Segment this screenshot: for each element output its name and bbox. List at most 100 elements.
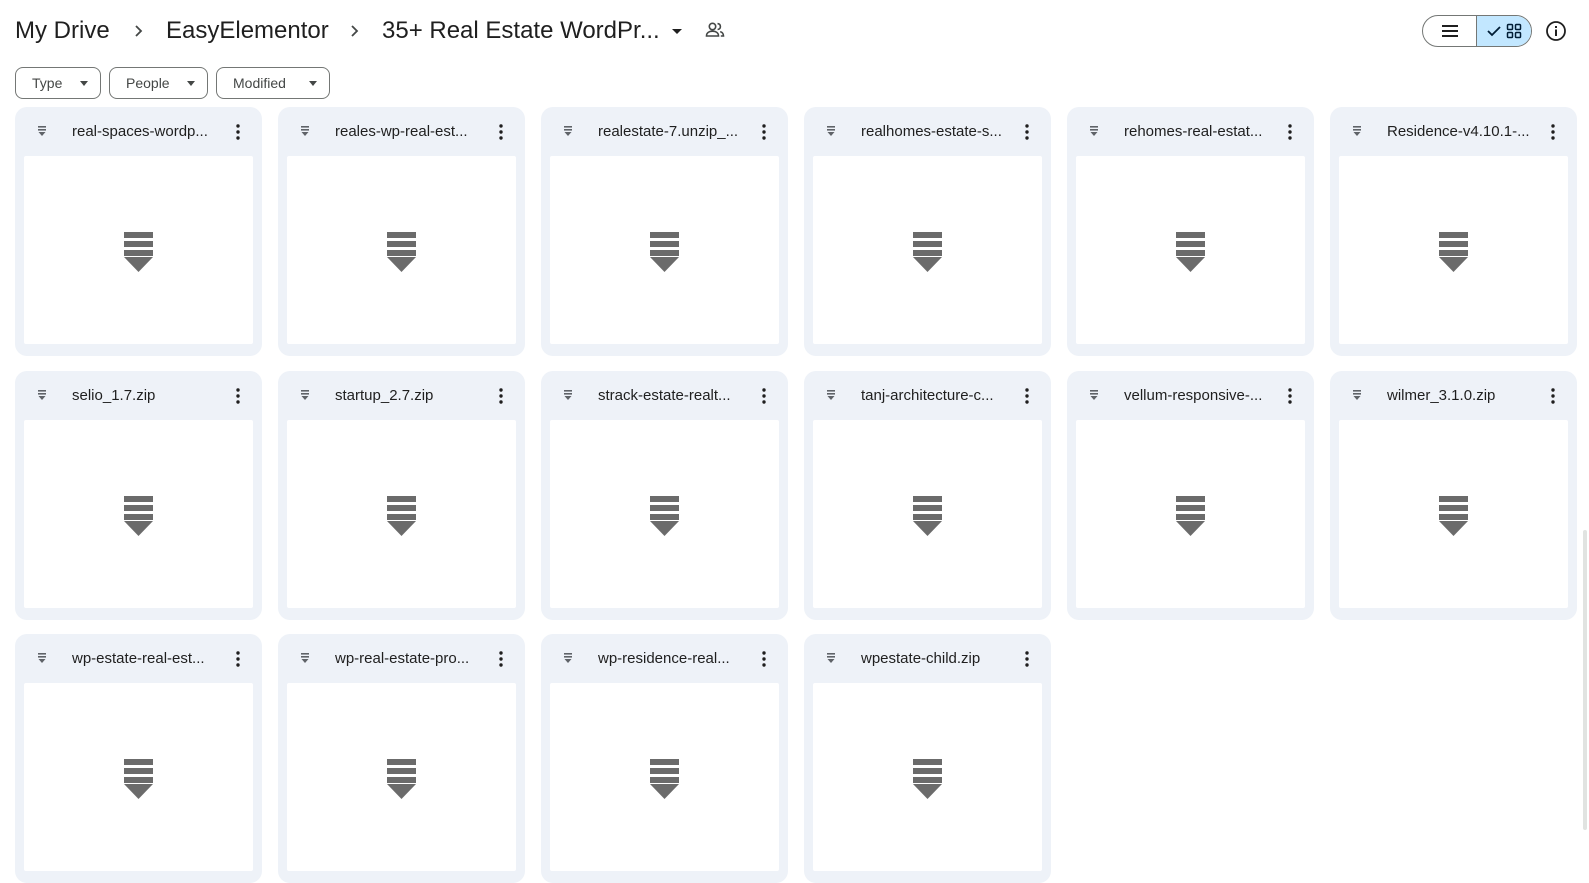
more-actions-button[interactable] [489,384,513,408]
file-card[interactable]: wp-residence-real... [541,634,788,883]
file-thumbnail [550,156,779,344]
list-view-button[interactable] [1423,16,1476,46]
breadcrumb-easyelementor[interactable]: EasyElementor [166,14,329,48]
file-card[interactable]: reales-wp-real-est... [278,107,525,356]
zip-archive-icon [387,232,416,272]
more-actions-button[interactable] [489,120,513,144]
file-card[interactable]: wilmer_3.1.0.zip [1330,371,1577,620]
more-vert-icon [236,388,240,404]
more-vert-icon [1551,124,1555,140]
file-thumbnail [813,683,1042,871]
more-actions-button[interactable] [752,120,776,144]
file-name: vellum-responsive-... [1124,387,1263,404]
chevron-right-icon [135,25,143,37]
type-filter-chip[interactable]: Type [15,67,101,99]
chevron-right-icon [351,25,359,37]
zip-file-icon [38,126,46,136]
zip-archive-icon [124,496,153,536]
more-actions-button[interactable] [1015,384,1039,408]
checkmark-icon [1487,26,1501,37]
more-vert-icon [762,388,766,404]
more-actions-button[interactable] [226,647,250,671]
breadcrumb-my-drive[interactable]: My Drive [15,14,110,48]
zip-file-icon [1353,126,1361,136]
caret-down-icon [187,81,195,86]
folder-dropdown-icon[interactable] [667,20,687,42]
more-vert-icon [762,651,766,667]
file-card[interactable]: wpestate-child.zip [804,634,1051,883]
more-actions-button[interactable] [752,647,776,671]
file-name: wilmer_3.1.0.zip [1387,387,1496,404]
file-card[interactable]: realhomes-estate-s... [804,107,1051,356]
scrollbar[interactable] [1583,530,1587,830]
more-actions-button[interactable] [1541,120,1565,144]
more-actions-button[interactable] [1015,120,1039,144]
file-card[interactable]: selio_1.7.zip [15,371,262,620]
file-card[interactable]: Residence-v4.10.1-... [1330,107,1577,356]
file-thumbnail [1339,420,1568,608]
file-card[interactable]: realestate-7.unzip_... [541,107,788,356]
file-name: wp-residence-real... [598,650,730,667]
breadcrumb-current-folder[interactable]: 35+ Real Estate WordPr... [382,14,660,48]
file-thumbnail [1339,156,1568,344]
more-vert-icon [1288,388,1292,404]
more-actions-button[interactable] [752,384,776,408]
zip-archive-icon [1176,232,1205,272]
more-vert-icon [236,651,240,667]
zip-file-icon [564,653,572,663]
more-vert-icon [499,388,503,404]
file-name: realhomes-estate-s... [861,123,1002,140]
info-icon[interactable] [1544,19,1568,43]
more-actions-button[interactable] [489,647,513,671]
file-name: strack-estate-realt... [598,387,731,404]
file-card[interactable]: wp-estate-real-est... [15,634,262,883]
file-thumbnail [287,156,516,344]
more-actions-button[interactable] [226,384,250,408]
people-filter-chip[interactable]: People [109,67,208,99]
modified-filter-chip[interactable]: Modified [216,67,330,99]
file-name: wpestate-child.zip [861,650,981,667]
more-actions-button[interactable] [1541,384,1565,408]
more-vert-icon [1025,388,1029,404]
file-thumbnail [287,420,516,608]
more-actions-button[interactable] [1278,384,1302,408]
zip-file-icon [301,390,309,400]
zip-file-icon [1090,390,1098,400]
file-name: wp-real-estate-pro... [335,650,470,667]
file-thumbnail [24,420,253,608]
caret-down-icon [309,81,317,86]
file-grid: real-spaces-wordp... reales-wp-real-est..… [0,0,1589,883]
zip-archive-icon [1439,496,1468,536]
file-card[interactable]: wp-real-estate-pro... [278,634,525,883]
zip-file-icon [301,126,309,136]
more-actions-button[interactable] [226,120,250,144]
file-name: wp-estate-real-est... [72,650,205,667]
grid-view-button[interactable] [1476,16,1531,46]
file-card[interactable]: real-spaces-wordp... [15,107,262,356]
file-card[interactable]: startup_2.7.zip [278,371,525,620]
file-thumbnail [24,683,253,871]
shared-people-icon[interactable] [703,18,727,42]
file-card[interactable]: tanj-architecture-c... [804,371,1051,620]
file-card[interactable]: rehomes-real-estat... [1067,107,1314,356]
file-name: selio_1.7.zip [72,387,156,404]
more-actions-button[interactable] [1015,647,1039,671]
zip-file-icon [38,390,46,400]
file-card[interactable]: strack-estate-realt... [541,371,788,620]
list-icon [1441,25,1458,37]
zip-file-icon [38,653,46,663]
people-filter-label: People [126,75,170,91]
file-thumbnail [813,420,1042,608]
zip-file-icon [564,126,572,136]
zip-archive-icon [387,759,416,799]
file-thumbnail [813,156,1042,344]
zip-file-icon [827,126,835,136]
file-name: realestate-7.unzip_... [598,123,739,140]
file-thumbnail [1076,420,1305,608]
file-name: rehomes-real-estat... [1124,123,1263,140]
grid-icon [1506,23,1522,39]
type-filter-label: Type [32,75,63,91]
zip-archive-icon [650,232,679,272]
more-actions-button[interactable] [1278,120,1302,144]
file-card[interactable]: vellum-responsive-... [1067,371,1314,620]
